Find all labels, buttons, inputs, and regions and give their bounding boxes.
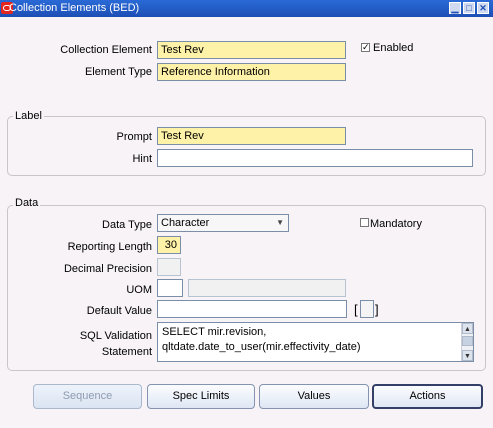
sequence-button[interactable]: Sequence (33, 384, 142, 409)
sql-validation-textarea[interactable]: SELECT mir.revision, qltdate.date_to_use… (157, 322, 474, 362)
close-icon[interactable]: ✕ (477, 2, 489, 14)
enabled-label: Enabled (373, 42, 414, 54)
values-button[interactable]: Values (259, 384, 369, 409)
uom-label: UOM (126, 284, 152, 296)
title-bar[interactable]: Collection Elements (BED) ▁ □ ✕ (0, 0, 493, 17)
label-group (7, 116, 486, 176)
sql-validation-label-2: Statement (101, 346, 152, 358)
scroll-down-icon[interactable]: ▼ (462, 350, 473, 361)
collection-element-label: Collection Element (60, 44, 152, 56)
decimal-precision-field[interactable] (157, 258, 181, 276)
scroll-thumb[interactable] (462, 336, 473, 346)
data-type-select[interactable]: Character ▼ (157, 214, 289, 232)
maximize-icon[interactable]: □ (463, 2, 475, 14)
element-type-field[interactable]: Reference Information (157, 63, 346, 81)
data-type-value: Character (161, 217, 210, 229)
mandatory-checkbox[interactable] (360, 218, 369, 227)
data-type-label: Data Type (102, 219, 152, 231)
enabled-checkbox[interactable]: ✓ (361, 43, 370, 52)
scroll-up-icon[interactable]: ▲ (462, 323, 473, 334)
collection-elements-window: Collection Elements (BED) ▁ □ ✕ Collecti… (0, 0, 493, 428)
default-value-field[interactable] (157, 300, 347, 318)
default-value-bracket-close: ] (375, 302, 379, 317)
decimal-precision-label: Decimal Precision (63, 263, 152, 275)
element-type-label: Element Type (84, 66, 152, 78)
hint-field[interactable] (157, 149, 473, 167)
uom-field[interactable] (157, 279, 183, 297)
reporting-length-field[interactable]: 30 (157, 236, 181, 254)
default-value-bracket-open: [ (354, 302, 358, 317)
minimize-icon[interactable]: ▁ (449, 2, 461, 14)
sql-scrollbar[interactable]: ▲ ▼ (461, 323, 473, 361)
label-group-title: Label (13, 110, 44, 122)
window-title: Collection Elements (BED) (9, 2, 140, 14)
data-group-title: Data (13, 197, 41, 209)
reporting-length-label: Reporting Length (67, 241, 152, 253)
collection-element-field[interactable]: Test Rev (157, 41, 346, 59)
mandatory-label: Mandatory (370, 218, 422, 230)
sql-line: qltdate.date_to_user(mir.effectivity_dat… (162, 341, 361, 353)
uom-description-field (188, 279, 346, 297)
actions-button[interactable]: Actions (372, 384, 483, 409)
default-value-label: Default Value (86, 305, 152, 317)
prompt-label: Prompt (116, 131, 152, 143)
dropdown-arrow-icon[interactable]: ▼ (276, 216, 284, 229)
prompt-field[interactable]: Test Rev (157, 127, 346, 145)
spec-limits-button[interactable]: Spec Limits (147, 384, 255, 409)
default-value-flexfield[interactable] (360, 300, 374, 318)
sql-line: SELECT mir.revision, (162, 326, 267, 338)
hint-label: Hint (132, 153, 152, 165)
sql-validation-label-1: SQL Validation (79, 330, 152, 342)
